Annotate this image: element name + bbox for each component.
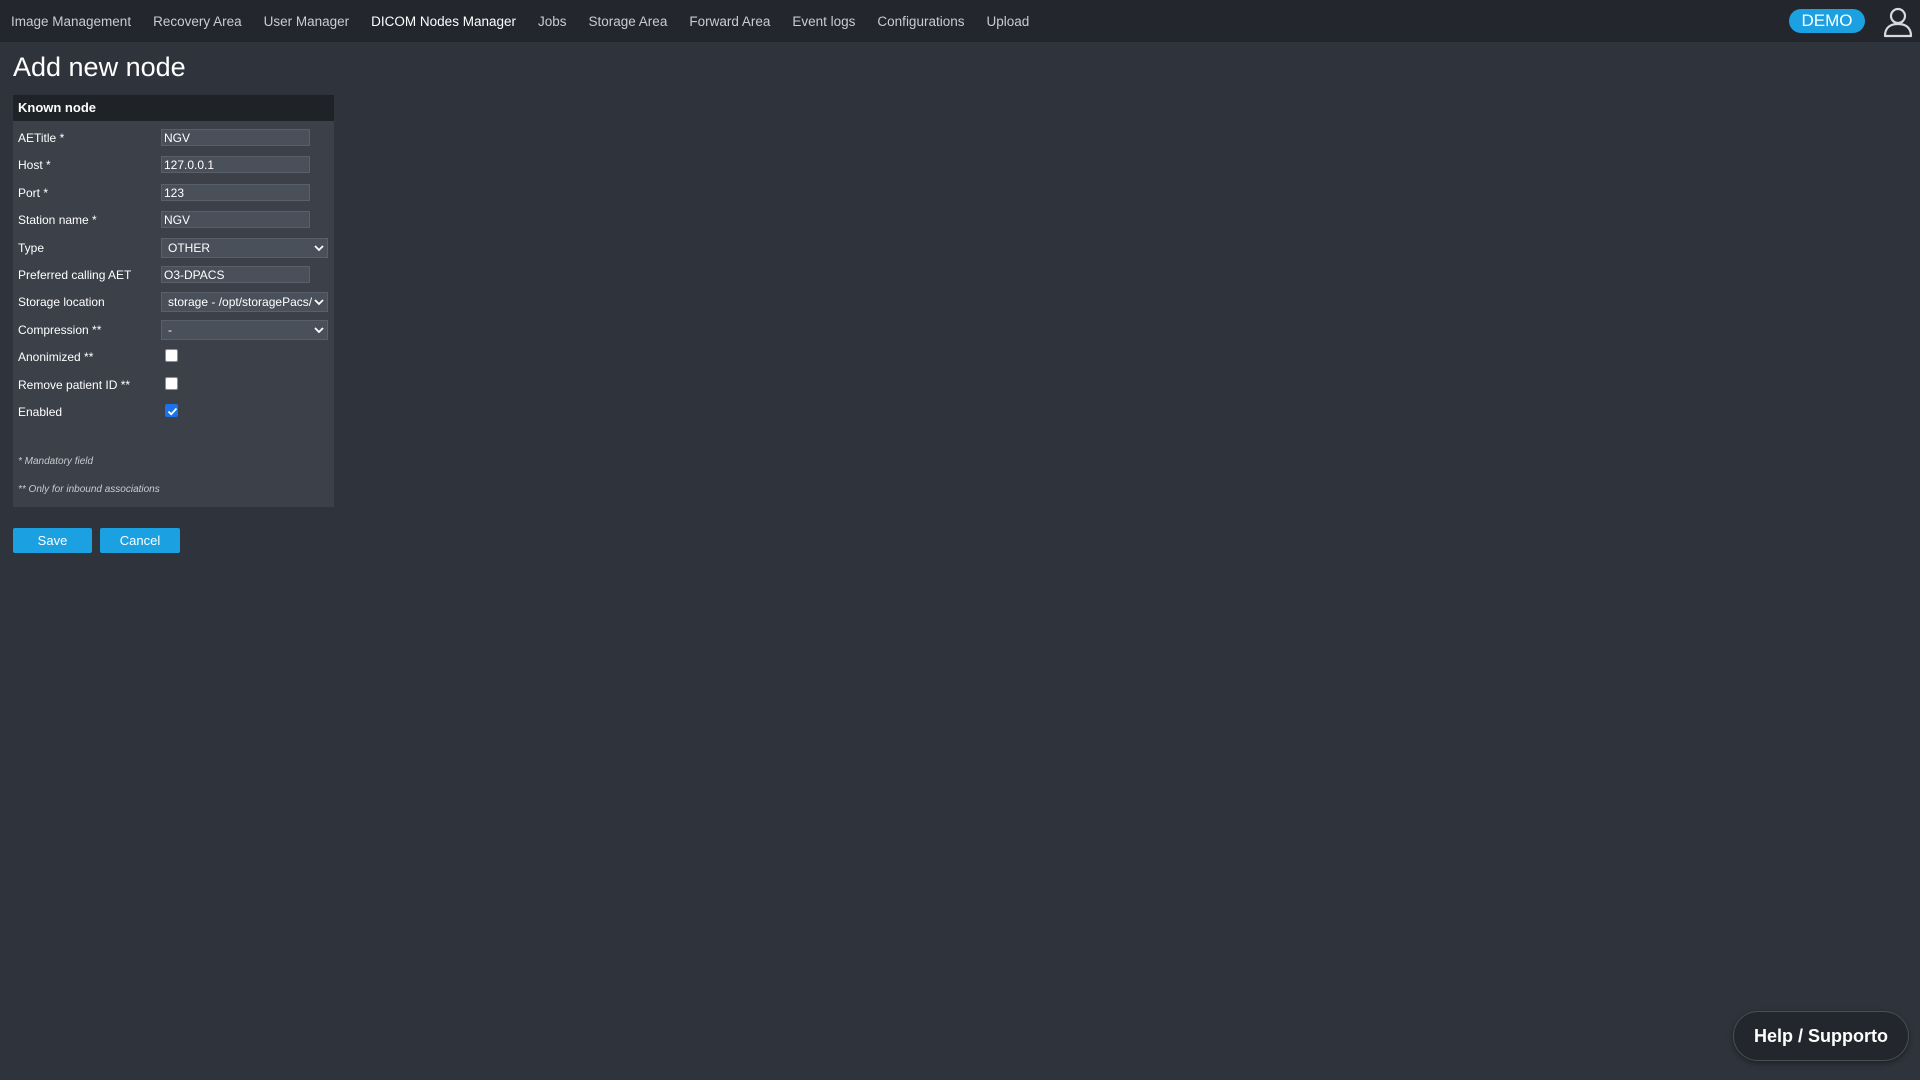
nav-item-jobs[interactable]: Jobs — [538, 14, 567, 29]
row-compression: Compression ** - — [13, 320, 334, 340]
row-station-name: Station name * — [13, 210, 334, 230]
preferred-calling-aet-input[interactable] — [161, 266, 310, 283]
row-enabled: Enabled — [13, 402, 334, 422]
nav-item-user-manager[interactable]: User Manager — [264, 14, 350, 29]
compression-select[interactable]: - — [161, 320, 328, 340]
host-input[interactable] — [161, 156, 310, 173]
row-aetitle: AETitle * — [13, 128, 334, 148]
port-input[interactable] — [161, 184, 310, 201]
anonimized-checkbox[interactable] — [165, 349, 178, 362]
nav-item-event-logs[interactable]: Event logs — [792, 14, 855, 29]
compression-label: Compression ** — [18, 323, 102, 337]
nav-item-configurations[interactable]: Configurations — [877, 14, 964, 29]
host-label: Host * — [18, 158, 51, 172]
user-icon[interactable] — [1882, 6, 1914, 38]
chevron-down-icon — [314, 327, 324, 334]
page-title: Add new node — [13, 52, 186, 82]
nav-item-image-management[interactable]: Image Management — [11, 14, 131, 29]
station-name-input[interactable] — [161, 211, 310, 228]
cancel-button[interactable]: Cancel — [100, 528, 180, 553]
inbound-associations-note: ** Only for inbound associations — [18, 484, 160, 495]
row-storage-location: Storage location storage - /opt/storageP… — [13, 292, 334, 312]
storage-location-selected-value: storage - /opt/storagePacs/ — [168, 295, 312, 309]
row-port: Port * — [13, 183, 334, 203]
save-button[interactable]: Save — [13, 528, 92, 553]
preferred-calling-aet-label: Preferred calling AET — [18, 268, 132, 282]
panel-header: Known node — [13, 95, 334, 121]
row-remove-patient-id: Remove patient ID ** — [13, 375, 334, 395]
station-name-label: Station name * — [18, 213, 97, 227]
anonimized-label: Anonimized ** — [18, 350, 94, 364]
enabled-label: Enabled — [18, 405, 63, 419]
main-nav: Image Management Recovery Area User Mana… — [0, 0, 1051, 42]
remove-patient-id-label: Remove patient ID ** — [18, 378, 131, 392]
nav-item-storage-area[interactable]: Storage Area — [589, 14, 668, 29]
known-node-panel: Known node AETitle * Host * Port * Stati… — [13, 95, 334, 507]
aetitle-label: AETitle * — [18, 131, 65, 145]
nav-item-forward-area[interactable]: Forward Area — [689, 14, 770, 29]
demo-badge: DEMO — [1789, 9, 1865, 33]
storage-location-select[interactable]: storage - /opt/storagePacs/ — [161, 292, 328, 312]
remove-patient-id-checkbox[interactable] — [165, 377, 178, 390]
storage-location-label: Storage location — [18, 295, 105, 309]
help-support-button[interactable]: Help / Supporto — [1733, 1011, 1909, 1061]
enabled-checkbox[interactable] — [165, 404, 178, 417]
row-preferred-calling-aet: Preferred calling AET — [13, 265, 334, 285]
mandatory-field-note: * Mandatory field — [18, 456, 94, 467]
compression-selected-value: - — [168, 323, 172, 337]
type-selected-value: OTHER — [168, 241, 210, 255]
nav-item-upload[interactable]: Upload — [986, 14, 1029, 29]
type-label: Type — [18, 241, 45, 255]
top-navigation-bar: Image Management Recovery Area User Mana… — [0, 0, 1920, 42]
aetitle-input[interactable] — [161, 129, 310, 146]
row-type: Type OTHER — [13, 238, 334, 258]
chevron-down-icon — [314, 245, 324, 252]
row-host: Host * — [13, 155, 334, 175]
nav-item-dicom-nodes-manager[interactable]: DICOM Nodes Manager — [371, 14, 516, 29]
nav-item-recovery-area[interactable]: Recovery Area — [153, 14, 242, 29]
type-select[interactable]: OTHER — [161, 238, 328, 258]
chevron-down-icon — [314, 299, 324, 306]
port-label: Port * — [18, 186, 49, 200]
row-anonimized: Anonimized ** — [13, 347, 334, 367]
